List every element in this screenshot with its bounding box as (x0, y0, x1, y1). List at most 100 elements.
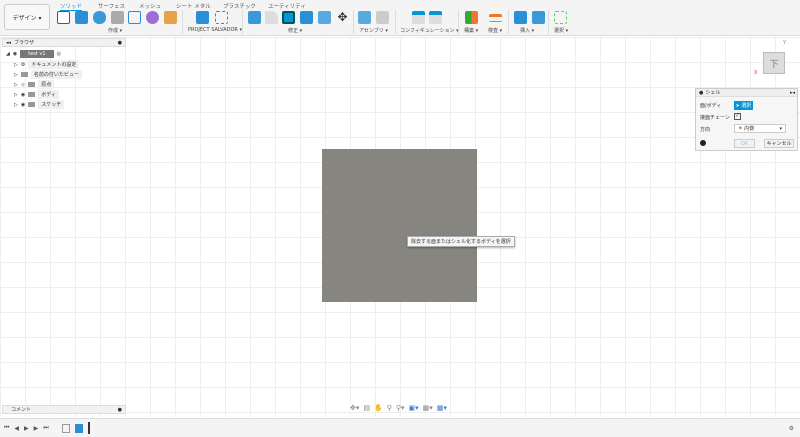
measure-icon[interactable] (489, 14, 502, 22)
salvador-sketch-icon[interactable] (215, 11, 228, 24)
shell-icon[interactable] (282, 11, 295, 24)
group-insert[interactable]: 挿入 ▾ (520, 27, 534, 34)
face-body-label: 面/ボディ (700, 103, 722, 109)
pin-icon[interactable]: ● (118, 40, 122, 46)
folder-icon (28, 92, 36, 97)
browser-panel-header[interactable]: ◂◂ ブラウザ ● (2, 38, 126, 47)
create-sketch-icon[interactable] (57, 11, 70, 24)
tab-utility[interactable]: ユーティリティ (268, 2, 306, 10)
tab-sheet-metal[interactable]: シート メタル (176, 2, 211, 10)
group-construct[interactable]: 構築 ▾ (464, 27, 478, 34)
viewports-icon[interactable]: ▦▾ (437, 404, 447, 412)
axis-x-label: X (754, 70, 758, 76)
tangent-chain-checkbox[interactable]: ✓ (734, 113, 741, 120)
play-icon[interactable]: ▶ (24, 425, 29, 432)
toolbar: デザイン ▾ ソリッド サーフェス メッシュ シート メタル プラスチック ユー… (0, 0, 800, 36)
viewcube[interactable]: 下 (763, 52, 785, 74)
expand-icon[interactable]: ▸◂ (790, 90, 795, 96)
eye-icon[interactable]: ◉ (21, 102, 25, 108)
timeline: ⏮ ◀ ▶ ▶ ⏭ ⚙ (0, 418, 800, 437)
group-project-salvador[interactable]: PROJECT SALVADOR ▾ (188, 27, 242, 33)
generative-icon[interactable] (164, 11, 177, 24)
group-select[interactable]: 選択 ▾ (554, 27, 568, 34)
tree-item[interactable]: ▷ 名前の付いたビュー (14, 70, 82, 79)
eye-icon[interactable]: ◉ (21, 82, 25, 88)
first-icon[interactable]: ⏮ (4, 424, 9, 432)
press-pull-icon[interactable] (248, 11, 261, 24)
new-component-icon[interactable] (358, 11, 371, 24)
eye-icon[interactable]: ◉ (13, 51, 17, 57)
prev-icon[interactable]: ◀ (14, 425, 19, 432)
timeline-marker[interactable] (87, 422, 90, 434)
ok-button[interactable]: OK (734, 139, 755, 148)
pattern-icon[interactable] (128, 11, 141, 24)
browser-title: ブラウザ (14, 40, 35, 46)
eye-icon[interactable]: ◉ (21, 92, 25, 98)
combine-icon[interactable] (300, 11, 313, 24)
tree-item[interactable]: ▷ ◉ ボディ (14, 90, 59, 99)
pan-icon[interactable]: ✋ (374, 404, 383, 412)
extrude-feature-icon[interactable] (74, 423, 83, 433)
tab-mesh[interactable]: メッシュ (139, 2, 161, 10)
tree-item[interactable]: ▷ ⚙ ドキュメントの設定 (14, 60, 80, 69)
direction-icon: ⚑ (738, 125, 743, 132)
tooltip: 除去する面またはシェル化するボディを選択 (407, 236, 515, 247)
last-icon[interactable]: ⏭ (43, 424, 48, 432)
sketch-feature-icon[interactable] (61, 423, 70, 433)
folder-icon (28, 102, 36, 107)
cancel-button[interactable]: キャンセル (764, 139, 794, 148)
group-configuration[interactable]: コンフィギュレーション ▾ (400, 27, 459, 34)
insert-image-icon[interactable] (532, 11, 545, 24)
activate-icon[interactable]: ◎ (57, 51, 61, 57)
tangent-chain-label: 接面チェーン (700, 115, 730, 121)
gear-icon: ⚙ (20, 61, 26, 68)
navigation-bar: ✥▾ ▤ ✋ ⚲ ⚲▾ ▣▾ ▦▾ ▦▾ (350, 404, 447, 412)
tab-surface[interactable]: サーフェス (98, 2, 125, 10)
gear-icon[interactable]: ⚙ (789, 425, 794, 432)
tab-plastic[interactable]: プラスチック (223, 2, 256, 10)
body-shape[interactable] (322, 149, 477, 302)
dialog-icon: ● (699, 89, 704, 96)
display-settings-icon[interactable]: ▣▾ (409, 404, 419, 412)
insert-derive-icon[interactable] (514, 11, 527, 24)
select-faces-button[interactable]: ➤ 選択 (734, 101, 753, 110)
zoom-icon[interactable]: ⚲ (387, 404, 392, 412)
root-label[interactable]: test v1 (20, 50, 54, 58)
info-icon[interactable] (700, 140, 706, 146)
form-icon[interactable] (146, 11, 159, 24)
orbit-icon[interactable]: ✥▾ (350, 404, 359, 412)
pin-icon[interactable]: ● (118, 407, 122, 413)
tree-item[interactable]: ▷ ◉ スケッチ (14, 100, 65, 109)
joint-icon[interactable] (376, 11, 389, 24)
collapse-icon[interactable]: ◂◂ (6, 40, 11, 46)
comment-panel[interactable]: コメント ● (2, 405, 126, 414)
select-icon[interactable] (554, 11, 567, 24)
workspace-switcher[interactable]: デザイン ▾ (4, 4, 50, 30)
group-create[interactable]: 作成 ▾ (108, 27, 122, 34)
group-inspect[interactable]: 検査 ▾ (488, 27, 502, 34)
axis-y-label: Y (783, 40, 787, 46)
group-assembly[interactable]: アセンブリ ▾ (359, 27, 388, 34)
folder-icon (20, 72, 28, 77)
extrude-icon[interactable] (75, 11, 88, 24)
salvador-icon[interactable] (196, 11, 209, 24)
config-table-icon[interactable] (429, 11, 442, 24)
hole-icon[interactable] (111, 11, 124, 24)
fit-icon[interactable]: ⚲▾ (396, 404, 405, 412)
group-modify[interactable]: 修正 ▾ (288, 27, 302, 34)
configure-icon[interactable] (412, 11, 425, 24)
move-icon[interactable]: ✥ (336, 11, 349, 24)
direction-select[interactable]: ⚑ 内側 ▾ (734, 124, 786, 133)
next-icon[interactable]: ▶ (34, 425, 39, 432)
fillet-icon[interactable] (265, 11, 278, 24)
grid-settings-icon[interactable]: ▦▾ (423, 404, 433, 412)
split-icon[interactable] (318, 11, 331, 24)
plane-icon[interactable] (465, 11, 478, 24)
look-at-icon[interactable]: ▤ (363, 404, 370, 412)
tree-root[interactable]: ◢ ◉ test v1 ◎ (6, 50, 61, 58)
tree-item[interactable]: ▷ ◉ 原点 (14, 80, 55, 89)
dialog-title: シェル (705, 90, 721, 96)
revolve-icon[interactable] (93, 11, 106, 24)
shell-dialog: ● シェル ▸◂ 面/ボディ ➤ 選択 接面チェーン ✓ 方向 ⚑ 内側 ▾ OK キ… (695, 88, 798, 151)
tab-solid[interactable]: ソリッド (60, 2, 83, 11)
